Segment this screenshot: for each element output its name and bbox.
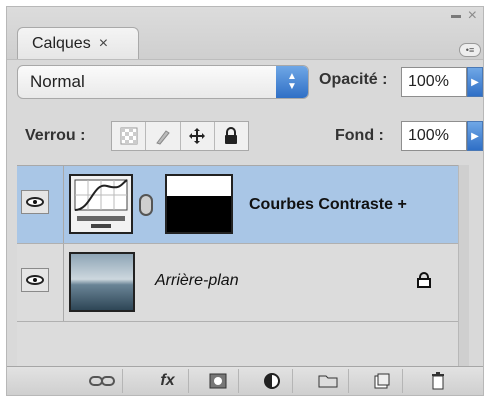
fill-label: Fond : (335, 127, 384, 144)
panel-titlebar: Calques × × •≡ (7, 7, 483, 60)
opacity-input[interactable]: 100% (401, 67, 467, 97)
visibility-eye-icon[interactable] (21, 190, 49, 214)
tab-close-icon[interactable]: × (99, 35, 108, 53)
layers-scrollbar[interactable] (458, 165, 469, 377)
lock-image-icon[interactable] (146, 122, 181, 150)
blend-mode-select[interactable]: Normal ▲ ▼ (17, 65, 309, 99)
lock-position-icon[interactable] (181, 122, 215, 150)
fill-slider-button[interactable]: ▶ (467, 121, 483, 151)
tab-label: Calques (32, 34, 91, 52)
link-layers-icon[interactable] (81, 369, 123, 393)
layer-name[interactable]: Arrière-plan (155, 272, 239, 290)
window-close-icon[interactable]: × (468, 7, 477, 25)
fx-icon[interactable]: fx (147, 369, 189, 393)
tab-calques[interactable]: Calques × (17, 27, 139, 59)
fill-input[interactable]: 100% (401, 121, 467, 151)
opacity-label: Opacité : (319, 71, 388, 88)
curves-adjustment-thumbnail (69, 174, 133, 234)
lock-label: Verrou : (25, 127, 86, 144)
lock-transparent-icon[interactable] (112, 122, 147, 150)
lock-buttons (111, 121, 249, 151)
layer-row-arriere-plan[interactable]: Arrière-plan (17, 244, 463, 322)
blend-mode-value: Normal (30, 72, 85, 91)
background-image-thumbnail (69, 252, 135, 312)
visibility-eye-icon[interactable] (21, 268, 49, 292)
select-arrows-icon: ▲ ▼ (276, 66, 308, 98)
opacity-slider-button[interactable]: ▶ (467, 67, 483, 97)
layers-panel: Calques × × •≡ Normal ▲ ▼ Opacité : 100% … (6, 6, 484, 396)
mask-link-icon[interactable] (139, 194, 153, 216)
new-layer-icon[interactable] (361, 369, 403, 393)
minimize-icon[interactable] (451, 15, 461, 18)
lock-all-icon[interactable] (215, 122, 248, 150)
layer-lock-icon (417, 272, 431, 288)
trash-icon[interactable] (417, 369, 459, 393)
row-divider (63, 166, 64, 243)
layer-mask-icon[interactable] (197, 369, 239, 393)
layer-name[interactable]: Courbes Contraste + (249, 196, 407, 214)
layers-list: Courbes Contraste + Arrière-plan (17, 165, 463, 378)
row-divider (63, 244, 64, 321)
adjustment-layer-icon[interactable] (251, 369, 293, 393)
panel-menu-icon[interactable]: •≡ (459, 43, 481, 57)
layer-mask-thumbnail[interactable] (165, 174, 233, 234)
new-group-icon[interactable] (307, 369, 349, 393)
layer-row-courbes[interactable]: Courbes Contraste + (17, 166, 463, 244)
bottom-toolbar: fx (7, 366, 483, 395)
